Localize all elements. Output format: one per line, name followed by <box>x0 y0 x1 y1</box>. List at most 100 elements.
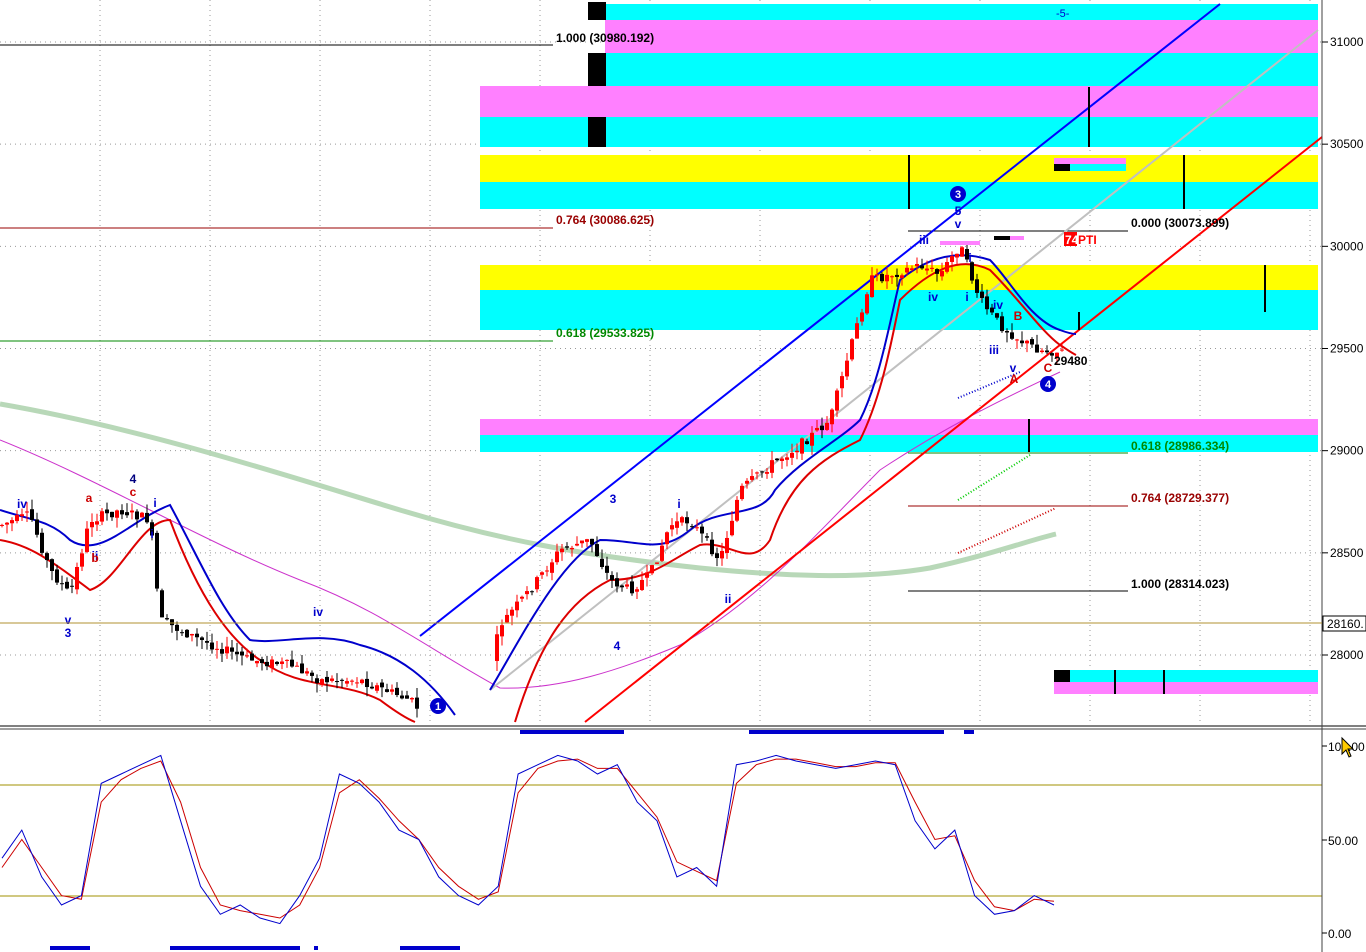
candle-body <box>565 546 569 548</box>
candle-body <box>280 661 284 664</box>
candle-body <box>915 263 919 267</box>
fib-zone <box>1054 670 1318 682</box>
candle-body <box>120 510 124 515</box>
candle-body <box>145 512 149 523</box>
candle-body <box>870 275 874 298</box>
candle-body <box>60 583 64 585</box>
candle-body <box>350 680 354 682</box>
candle-body <box>725 537 729 553</box>
candle-body <box>130 510 134 513</box>
candle-body <box>355 682 359 684</box>
candle-body <box>195 633 199 638</box>
fib-label: 0.764 (28729.377) <box>1131 491 1229 505</box>
candle-body <box>745 480 749 484</box>
wave-label: 3 <box>65 626 72 640</box>
candle-body <box>1030 339 1034 345</box>
candle-body <box>720 550 724 559</box>
fib-label: 0.618 (28986.334) <box>1131 439 1229 453</box>
price-tick-label: 31000 <box>1330 35 1364 49</box>
candle-body <box>400 695 404 699</box>
candle-body <box>340 679 344 681</box>
candle-body <box>575 543 579 546</box>
wave-label: i <box>677 497 680 511</box>
candle-body <box>980 291 984 298</box>
candle-body <box>985 296 989 310</box>
candle-body <box>740 485 744 500</box>
wave-label: a <box>86 491 93 505</box>
price-tick-label: 30500 <box>1330 137 1364 151</box>
price-tick-label: 29500 <box>1330 342 1364 356</box>
candle-body <box>585 539 589 542</box>
candle-body <box>820 425 824 431</box>
zone-marker <box>588 2 606 20</box>
candle-body <box>635 589 639 592</box>
candle-body <box>875 274 879 276</box>
candle-body <box>160 590 164 618</box>
candle-body <box>95 521 99 525</box>
candle-body <box>645 572 649 578</box>
svg-text:1: 1 <box>435 701 441 713</box>
candle-body <box>1025 340 1029 344</box>
candle-body <box>155 532 159 589</box>
wave-label: C <box>1044 361 1053 375</box>
candle-body <box>715 553 719 559</box>
candle-body <box>345 681 349 684</box>
candle-body <box>700 526 704 534</box>
candle-body <box>690 526 694 528</box>
candle-body <box>540 572 544 575</box>
candle-body <box>940 271 944 277</box>
candle-body <box>945 262 949 272</box>
candle-body <box>835 390 839 411</box>
candle-body <box>815 427 819 431</box>
fib-zone <box>605 20 1318 53</box>
wave-label: iii <box>989 343 999 357</box>
candle-body <box>810 432 814 446</box>
candle-body <box>410 697 414 700</box>
candle-body <box>165 618 169 620</box>
candle-body <box>1005 330 1009 333</box>
candle-body <box>325 676 329 683</box>
candle-body <box>180 632 184 634</box>
candle-body <box>855 323 859 339</box>
candle-body <box>1060 349 1064 351</box>
candle-body <box>710 539 714 555</box>
candle-body <box>890 276 894 278</box>
wave-label: A <box>1010 372 1019 386</box>
candle-body <box>290 659 294 667</box>
candle-body <box>375 685 379 691</box>
svg-text:4: 4 <box>1045 379 1052 391</box>
pti-label: PTI <box>1078 233 1097 247</box>
candle-body <box>975 279 979 293</box>
candle-body <box>210 642 214 650</box>
candle-body <box>765 472 769 474</box>
candle-body <box>5 522 9 525</box>
fib-label: 0.764 (30086.625) <box>556 213 654 227</box>
candle-body <box>1010 332 1014 339</box>
candle-body <box>775 458 779 461</box>
fib-zone <box>480 419 1318 435</box>
stoch-tick: 50.00 <box>1328 834 1358 848</box>
wave-label: iv <box>928 290 938 304</box>
fib-zone <box>480 86 1318 117</box>
candle-body <box>110 511 114 518</box>
candle-body <box>615 578 619 587</box>
candle-body <box>600 558 604 567</box>
candle-body <box>205 640 209 643</box>
candle-body <box>25 511 29 513</box>
price-annotation: 29480 <box>1054 354 1088 368</box>
candle-body <box>865 294 869 314</box>
candle-body <box>730 520 734 536</box>
fib-label: 0.000 (30073.899) <box>1131 216 1229 230</box>
candle-body <box>320 679 324 685</box>
price-tick-label: 28500 <box>1330 546 1364 560</box>
wave-label: 4 <box>614 639 621 653</box>
wave-label: iv <box>993 298 1003 312</box>
projection-box <box>940 241 980 245</box>
candle-body <box>240 651 244 656</box>
wave-label: iv <box>17 497 27 511</box>
candle-body <box>65 581 69 589</box>
candle-body <box>415 697 419 709</box>
candle-body <box>105 509 109 514</box>
candle-body <box>235 651 239 655</box>
wave-label: i <box>965 290 968 304</box>
